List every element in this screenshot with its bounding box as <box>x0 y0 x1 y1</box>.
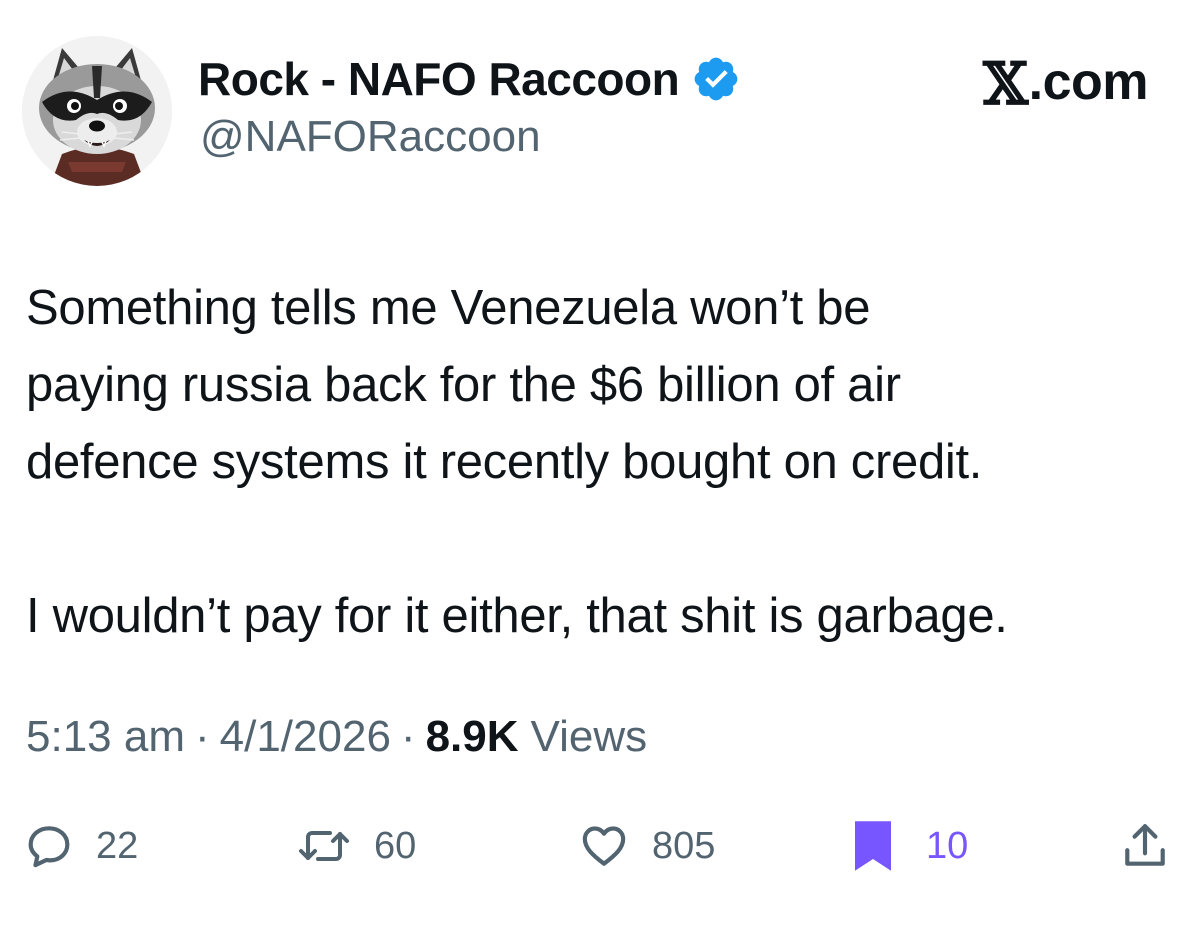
avatar[interactable] <box>22 36 172 186</box>
repost-button[interactable]: 60 <box>296 818 416 874</box>
repost-icon <box>296 821 352 871</box>
like-button[interactable]: 805 <box>578 818 715 874</box>
author-display-name[interactable]: Rock - NAFO Raccoon <box>198 52 680 106</box>
verified-badge-icon[interactable] <box>691 54 741 104</box>
bookmark-button[interactable]: 10 <box>852 818 968 874</box>
reply-button[interactable]: 22 <box>24 818 138 874</box>
raccoon-avatar-icon <box>22 36 172 186</box>
tweet-date[interactable]: 4/1/2026 <box>220 712 391 762</box>
reply-count: 22 <box>96 824 139 867</box>
x-logo-icon: 𝕏 <box>983 50 1028 118</box>
x-logo-suffix: .com <box>1028 53 1149 111</box>
heart-icon <box>578 821 630 871</box>
tweet-card: Rock - NAFO Raccoon @NAFORaccoon 𝕏 .com S… <box>0 0 1200 938</box>
author-name-row: Rock - NAFO Raccoon <box>198 50 741 108</box>
meta-separator: · <box>194 712 210 761</box>
share-button[interactable] <box>1120 818 1170 874</box>
bookmark-count: 10 <box>926 824 969 867</box>
repost-count: 60 <box>374 824 417 867</box>
tweet-time[interactable]: 5:13 am <box>26 712 185 762</box>
like-count: 805 <box>652 824 716 867</box>
reply-icon <box>24 821 74 871</box>
tweet-meta: 5:13 am · 4/1/2026 · 8.9K Views <box>26 712 647 762</box>
views-label: Views <box>530 712 648 761</box>
meta-separator: · <box>400 712 416 761</box>
tweet-text: Something tells me Venezuela won’t be pa… <box>26 281 1008 643</box>
views-count: 8.9K <box>425 712 519 761</box>
share-icon <box>1120 821 1170 871</box>
x-logo[interactable]: 𝕏 .com <box>983 48 1149 118</box>
author-handle[interactable]: @NAFORaccoon <box>200 112 541 162</box>
bookmark-icon <box>852 819 894 873</box>
